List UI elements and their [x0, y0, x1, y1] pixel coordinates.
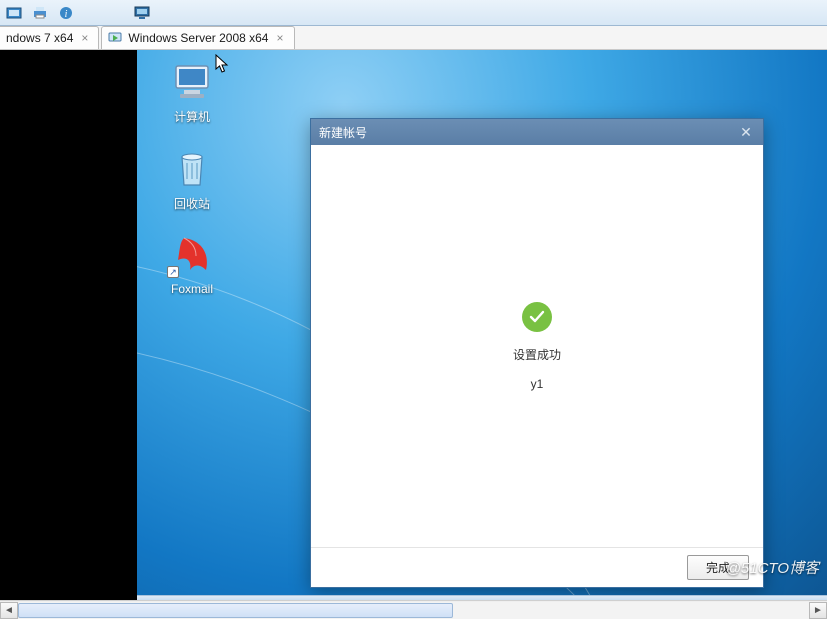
dialog-titlebar[interactable]: 新建帐号 ✕ — [311, 119, 763, 145]
horizontal-scrollbar[interactable]: ◄ ► — [0, 600, 827, 619]
host-toolbar: i — [0, 0, 827, 26]
vm-desktop[interactable]: 计算机 回收站 ↗ Foxmail — [137, 50, 827, 600]
tab-windows-server-2008[interactable]: Windows Server 2008 x64 × — [101, 26, 294, 49]
scroll-right-arrow[interactable]: ► — [809, 602, 827, 619]
printer-icon[interactable] — [32, 5, 48, 21]
desktop-icon-label: Foxmail — [155, 282, 229, 296]
scroll-track[interactable] — [18, 602, 809, 619]
success-check-icon — [522, 302, 552, 332]
dialog-body: 设置成功 y1 — [311, 145, 763, 547]
close-icon[interactable]: × — [79, 31, 90, 45]
dialog-footer: 完成 — [311, 547, 763, 587]
desktop-icon-label: 计算机 — [155, 108, 229, 125]
desktop-icon-label: 回收站 — [155, 195, 229, 212]
info-icon[interactable]: i — [58, 5, 74, 21]
tab-bar: ndows 7 x64 × Windows Server 2008 x64 × — [0, 26, 827, 50]
desktop-icon-recycle-bin[interactable]: 回收站 — [155, 147, 229, 212]
computer-icon — [170, 60, 214, 104]
desktop-icon-foxmail[interactable]: ↗ Foxmail — [155, 234, 229, 296]
dialog-title-text: 新建帐号 — [319, 124, 367, 141]
tab-windows7[interactable]: ndows 7 x64 × — [0, 26, 99, 49]
tab-label: ndows 7 x64 — [6, 31, 73, 45]
svg-text:i: i — [65, 9, 68, 20]
scroll-thumb[interactable] — [18, 603, 453, 618]
watermark: @51CTO博客 — [726, 557, 819, 578]
scroll-left-arrow[interactable]: ◄ — [0, 602, 18, 619]
recycle-bin-icon — [170, 147, 214, 191]
screenshot-icon[interactable] — [6, 5, 22, 21]
tab-label: Windows Server 2008 x64 — [128, 31, 268, 45]
vm-viewport: 计算机 回收站 ↗ Foxmail — [0, 50, 827, 600]
new-account-dialog: 新建帐号 ✕ 设置成功 y1 完成 — [310, 118, 764, 588]
dialog-account-name: y1 — [531, 377, 544, 391]
dialog-success-msg: 设置成功 — [513, 346, 561, 363]
desktop-icon-computer[interactable]: 计算机 — [155, 60, 229, 125]
vm-running-icon — [108, 31, 122, 45]
close-icon[interactable]: ✕ — [737, 123, 755, 141]
shortcut-arrow-icon: ↗ — [167, 266, 179, 278]
desktop-icons: 计算机 回收站 ↗ Foxmail — [155, 60, 235, 318]
monitor-icon[interactable] — [134, 5, 150, 21]
close-icon[interactable]: × — [274, 31, 285, 45]
